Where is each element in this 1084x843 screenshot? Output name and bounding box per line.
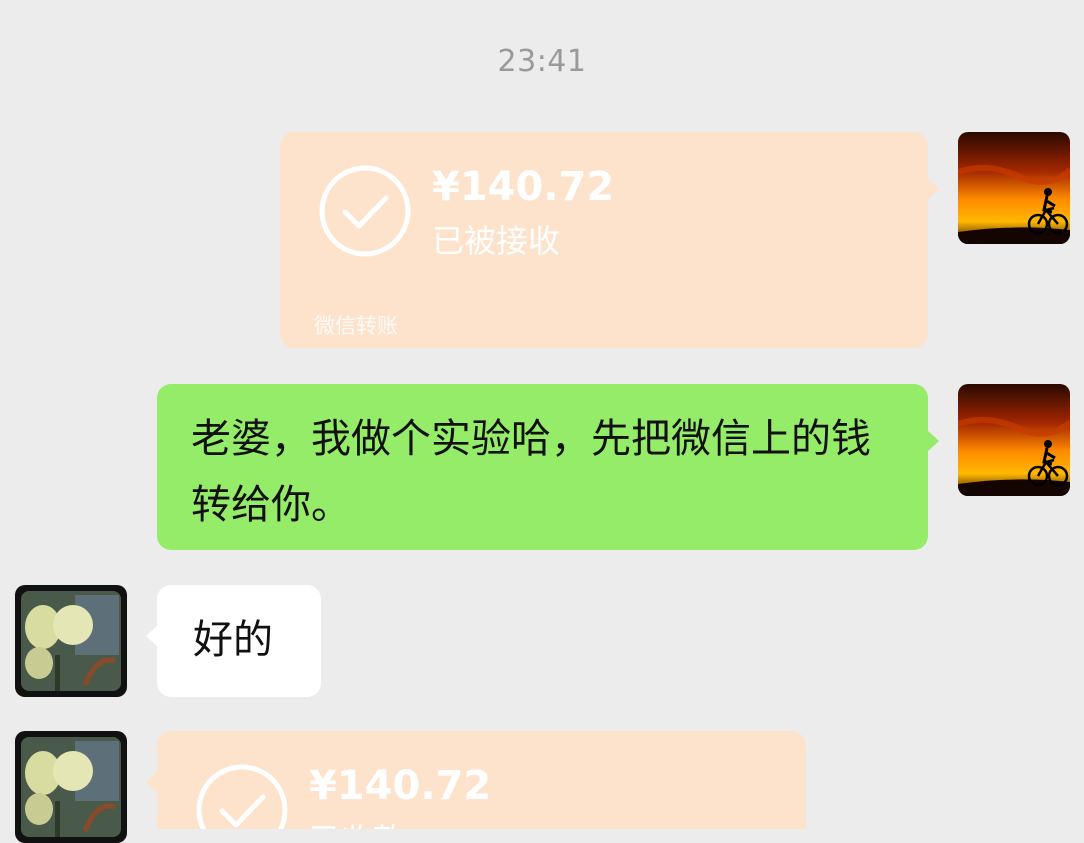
message-text: 老婆，我做个实验哈，先把微信上的钱转给你。 [191,416,871,528]
flower-avatar-image [15,731,127,843]
message-text: 好的 [193,617,273,663]
bubble-tail [927,430,939,452]
sunset-cyclist-avatar-image [958,132,1070,244]
bubble-tail [146,625,158,647]
chat-timestamp: 23:41 [497,44,587,79]
sunset-cyclist-avatar-image [958,384,1070,496]
check-circle-icon [319,165,411,257]
transfer-footer-label: 微信转账 [314,314,398,338]
transfer-status: 已收款 [309,815,405,829]
transfer-bubble-received[interactable]: ¥140.72 已收款 [146,731,806,829]
my-avatar[interactable] [958,132,1070,244]
transfer-amount: ¥140.72 [309,763,492,809]
flower-avatar-image [15,585,127,697]
other-avatar[interactable] [15,585,127,697]
text-bubble-sent[interactable]: 老婆，我做个实验哈，先把微信上的钱转给你。 [157,384,939,550]
bubble-tail [927,178,939,200]
check-circle-icon [196,764,288,829]
text-bubble-received[interactable]: 好的 [146,585,321,697]
other-avatar[interactable] [15,731,127,843]
my-avatar[interactable] [958,384,1070,496]
transfer-amount: ¥140.72 [432,164,615,210]
transfer-status: 已被接收 [432,222,561,260]
transfer-bubble-sent[interactable]: ¥140.72 已被接收 微信转账 [280,132,939,348]
